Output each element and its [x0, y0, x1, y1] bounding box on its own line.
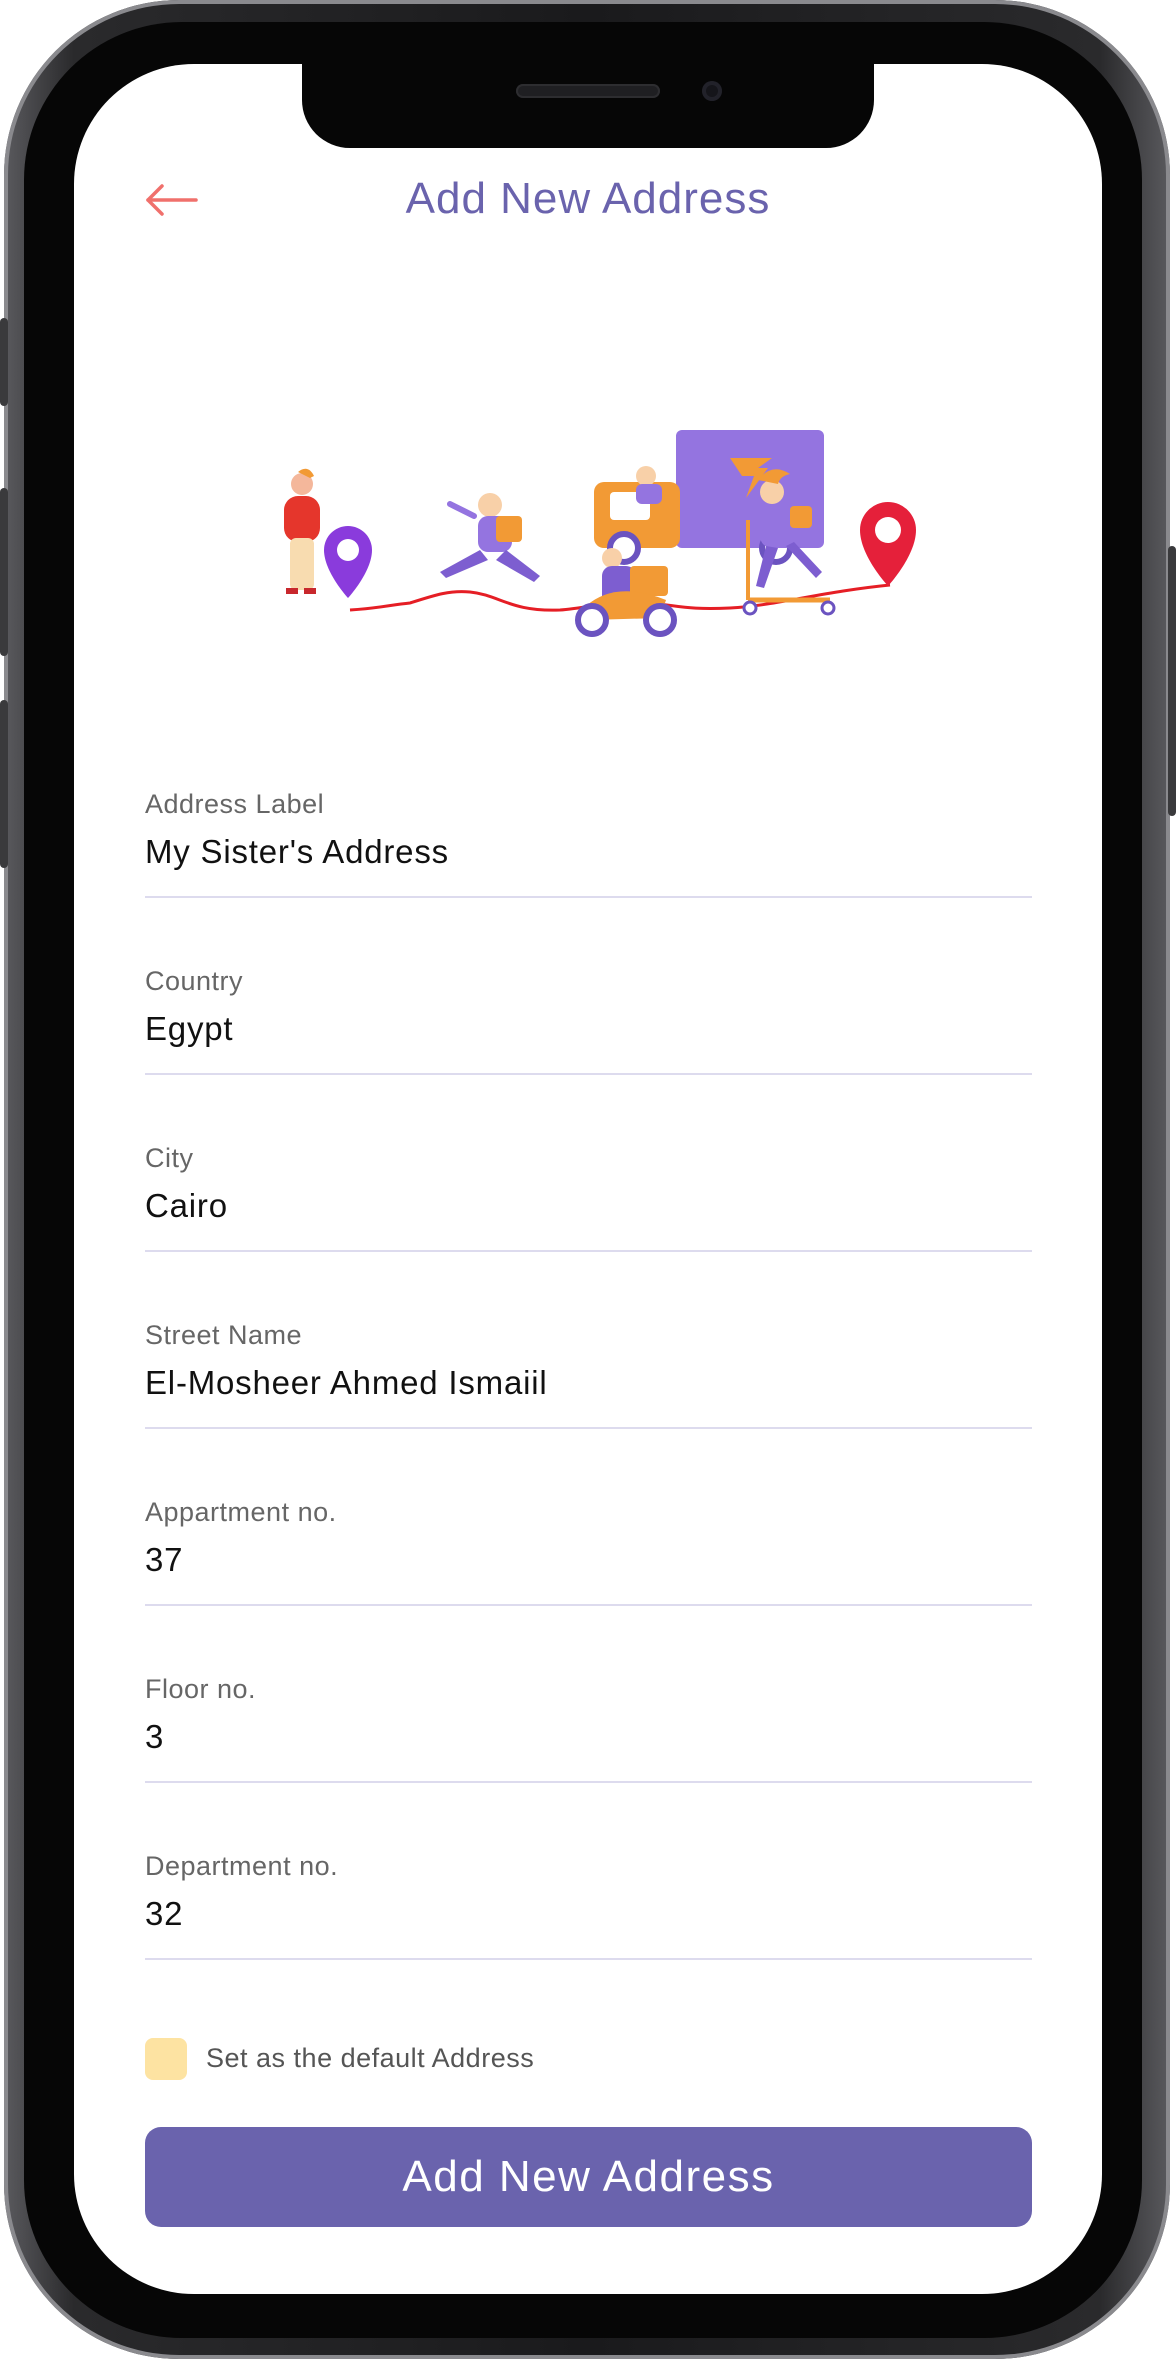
field-underline	[145, 1958, 1032, 1960]
field-underline	[145, 1427, 1032, 1429]
front-camera	[702, 81, 722, 101]
speaker-grille	[516, 84, 660, 98]
street-name-input[interactable]: El-Mosheer Ahmed Ismaiil	[145, 1364, 1032, 1402]
field-label: Country	[145, 966, 244, 996]
address-label-input[interactable]: My Sister's Address	[145, 833, 1032, 871]
apartment-no-field[interactable]: Appartment no. 37	[145, 1497, 1032, 1673]
field-underline	[145, 1250, 1032, 1252]
default-address-checkbox[interactable]	[145, 2038, 187, 2080]
phone-notch	[302, 64, 874, 148]
delivery-route-illustration	[260, 420, 920, 660]
side-button-mute	[0, 318, 8, 406]
apartment-no-input[interactable]: 37	[145, 1541, 1032, 1579]
department-no-field[interactable]: Department no. 32	[145, 1851, 1032, 2027]
field-label: Department no.	[145, 1851, 339, 1881]
field-underline	[145, 1781, 1032, 1783]
field-underline	[145, 1604, 1032, 1606]
side-button-volume-down	[0, 700, 8, 868]
field-underline	[145, 896, 1032, 898]
default-address-label[interactable]: Set as the default Address	[206, 2043, 534, 2074]
city-field[interactable]: City Cairo	[145, 1143, 1032, 1319]
side-button-power	[1168, 546, 1176, 816]
country-field[interactable]: Country Egypt	[145, 966, 1032, 1142]
city-input[interactable]: Cairo	[145, 1187, 1032, 1225]
field-label: Floor no.	[145, 1674, 257, 1704]
floor-no-field[interactable]: Floor no. 3	[145, 1674, 1032, 1850]
street-name-field[interactable]: Street Name El-Mosheer Ahmed Ismaiil	[145, 1320, 1032, 1496]
field-label: City	[145, 1143, 194, 1173]
page-title: Add New Address	[405, 174, 771, 223]
country-input[interactable]: Egypt	[145, 1010, 1032, 1048]
field-label: Address Label	[145, 789, 325, 819]
address-label-field[interactable]: Address Label My Sister's Address	[145, 789, 1032, 965]
field-label: Appartment no.	[145, 1497, 337, 1527]
floor-no-input[interactable]: 3	[145, 1718, 1032, 1756]
side-button-volume-up	[0, 488, 8, 656]
field-label: Street Name	[145, 1320, 303, 1350]
department-no-input[interactable]: 32	[145, 1895, 1032, 1933]
add-new-address-button[interactable]: Add New Address	[145, 2127, 1032, 2227]
field-underline	[145, 1073, 1032, 1075]
